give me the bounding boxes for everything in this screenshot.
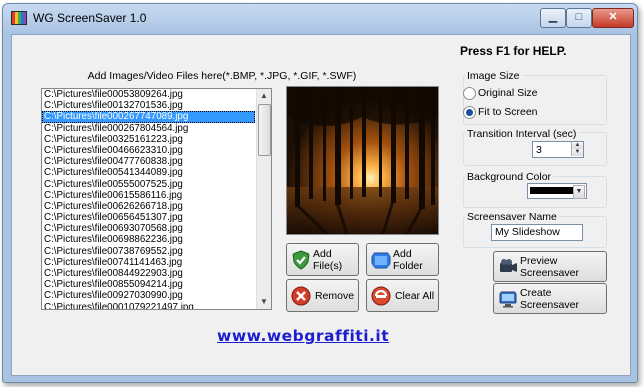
- file-list-item[interactable]: C:\Pictures\file00466623310.jpg: [42, 145, 255, 156]
- shield-check-icon: [292, 250, 310, 270]
- film-projector-icon: [500, 259, 517, 272]
- file-list-item[interactable]: C:\Pictures\file00693070568.jpg: [42, 223, 255, 234]
- create-screensaver-button[interactable]: Create Screensaver: [493, 283, 607, 314]
- file-list-item[interactable]: C:\Pictures\file00855094214.jpg: [42, 279, 255, 290]
- file-list-label: Add Images/Video Files here(*.BMP, *.JPG…: [87, 70, 357, 82]
- forest-sunset-photo: [287, 87, 438, 234]
- image-preview: [286, 86, 439, 235]
- image-size-label: Image Size: [465, 70, 522, 82]
- app-window: WG ScreenSaver 1.0 ▁ □ ✕ Press F1 for HE…: [2, 3, 638, 383]
- screensaver-name-input[interactable]: My Slideshow: [491, 224, 583, 241]
- maximize-button[interactable]: □: [566, 8, 592, 28]
- file-list-item[interactable]: C:\Pictures\file00927030990.jpg: [42, 290, 255, 301]
- file-list-item[interactable]: C:\Pictures\file00844922903.jpg: [42, 268, 255, 279]
- preview-screensaver-label: Preview Screensaver: [520, 254, 579, 279]
- title-bar[interactable]: WG ScreenSaver 1.0 ▁ □ ✕: [3, 4, 637, 32]
- radio-selected-dot: [466, 109, 473, 116]
- transition-interval-label: Transition Interval (sec): [465, 128, 579, 140]
- app-logo-icon: [11, 11, 27, 25]
- scroll-thumb[interactable]: [258, 104, 271, 156]
- file-list-item[interactable]: C:\Pictures\file00626266718.jpg: [42, 201, 255, 212]
- create-screensaver-label: Create Screensaver: [520, 286, 579, 311]
- windows-folder-icon: [371, 252, 391, 269]
- file-list-items: C:\Pictures\file00053809264.jpg C:\Pictur…: [42, 89, 271, 309]
- background-color-label: Background Color: [465, 171, 554, 183]
- file-list-item[interactable]: C:\Pictures\file00477760838.jpg: [42, 156, 255, 167]
- add-folder-label: Add Folder: [393, 247, 423, 272]
- file-list-item[interactable]: C:\Pictures\file00555007525.jpg: [42, 179, 255, 190]
- original-size-label: Original Size: [478, 87, 538, 99]
- original-size-radio[interactable]: [463, 87, 476, 100]
- fit-to-screen-label: Fit to Screen: [478, 106, 538, 118]
- scroll-down-arrow-icon[interactable]: ▼: [257, 295, 271, 309]
- window-title: WG ScreenSaver 1.0: [33, 11, 147, 25]
- minimize-button[interactable]: ▁: [540, 8, 566, 28]
- add-folder-button[interactable]: Add Folder: [366, 243, 439, 276]
- file-list-item[interactable]: C:\Pictures\file000267747089.jpg: [42, 111, 255, 123]
- spin-up-arrow-icon[interactable]: ▲: [571, 142, 583, 149]
- main-panel: Press F1 for HELP. Add Images/Video File…: [11, 34, 631, 376]
- file-list-item[interactable]: C:\Pictures\file00741141463.jpg: [42, 257, 255, 268]
- color-swatch: [530, 187, 573, 194]
- transition-interval-value: 3: [536, 144, 542, 156]
- help-hint: Press F1 for HELP.: [460, 44, 567, 58]
- screensaver-name-label: Screensaver Name: [465, 211, 559, 223]
- clear-all-button[interactable]: Clear All: [366, 279, 439, 312]
- scroll-up-arrow-icon[interactable]: ▲: [257, 89, 271, 103]
- clear-all-label: Clear All: [394, 289, 435, 302]
- file-list-item[interactable]: C:\Pictures\file00541344089.jpg: [42, 167, 255, 178]
- monitor-icon: [499, 291, 517, 308]
- file-list-scrollbar[interactable]: ▲ ▼: [256, 89, 271, 309]
- file-list-item[interactable]: C:\Pictures\file00738769552.jpg: [42, 246, 255, 257]
- no-entry-icon: [371, 286, 391, 306]
- close-button[interactable]: ✕: [592, 8, 634, 28]
- add-files-button[interactable]: Add File(s): [286, 243, 359, 276]
- file-list-item[interactable]: C:\Pictures\file00656451307.jpg: [42, 212, 255, 223]
- spin-down-arrow-icon[interactable]: ▼: [571, 149, 583, 156]
- fit-to-screen-radio[interactable]: [463, 106, 476, 119]
- file-list-item[interactable]: C:\Pictures\file00698862236.jpg: [42, 234, 255, 245]
- transition-interval-stepper[interactable]: 3 ▲ ▼: [532, 141, 584, 158]
- preview-screensaver-button[interactable]: Preview Screensaver: [493, 251, 607, 282]
- add-files-label: Add File(s): [313, 247, 343, 272]
- remove-x-icon: [291, 286, 311, 306]
- file-list-item[interactable]: C:\Pictures\file0001079221497.jpg: [42, 302, 255, 309]
- remove-label: Remove: [314, 289, 355, 302]
- remove-button[interactable]: Remove: [286, 279, 359, 312]
- file-list-item[interactable]: C:\Pictures\file00615586116.jpg: [42, 190, 255, 201]
- background-color-picker[interactable]: ▼: [527, 183, 587, 199]
- file-list[interactable]: C:\Pictures\file00053809264.jpg C:\Pictur…: [41, 88, 272, 310]
- file-list-item[interactable]: C:\Pictures\file00132701536.jpg: [42, 100, 255, 111]
- dropdown-arrow-icon[interactable]: ▼: [573, 185, 585, 199]
- file-list-item[interactable]: C:\Pictures\file00053809264.jpg: [42, 89, 255, 100]
- file-list-item[interactable]: C:\Pictures\file00325161223.jpg: [42, 134, 255, 145]
- website-link[interactable]: www.webgraffiti.it: [217, 327, 389, 345]
- file-list-item[interactable]: C:\Pictures\file000267804564.jpg: [42, 123, 255, 134]
